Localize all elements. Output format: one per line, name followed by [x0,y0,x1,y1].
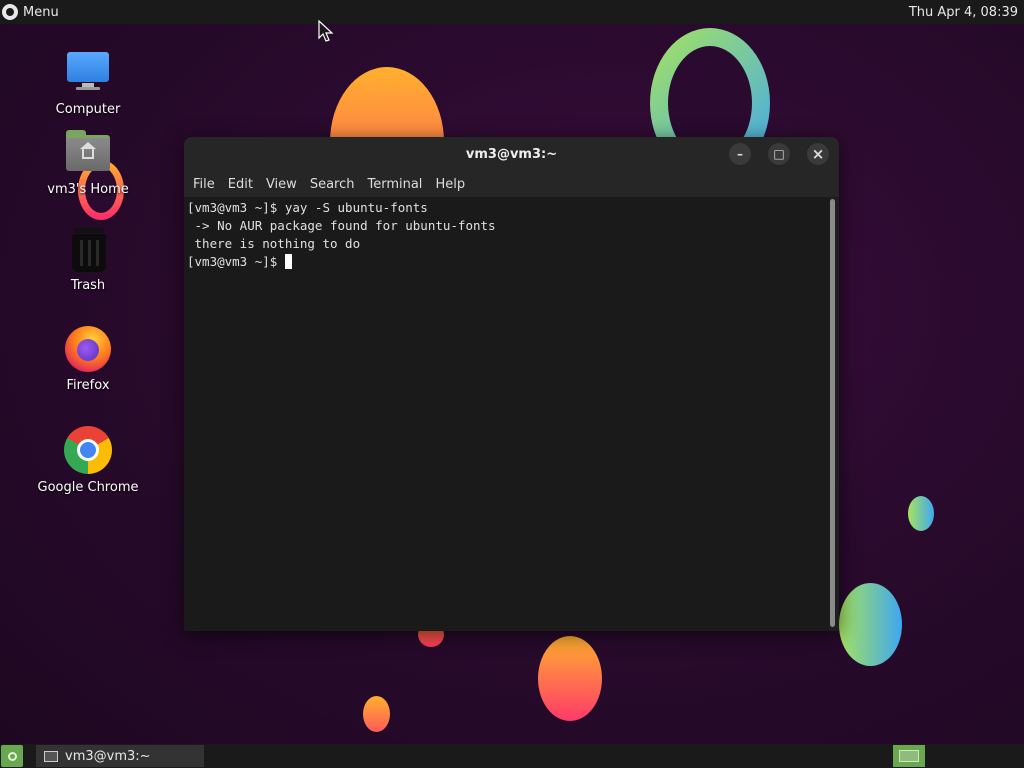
menu-icon [2,4,18,20]
show-desktop-icon [7,751,17,761]
maximize-icon: □ [773,147,785,161]
desktop-icon-label: Computer [55,102,121,117]
desktop-icon-trash[interactable]: Trash [33,226,143,293]
menu-file[interactable]: File [188,177,220,192]
window-title: vm3@vm3:~ [465,146,558,162]
desktop-icon-label: Google Chrome [37,480,139,495]
wallpaper-bubble [538,636,602,721]
firefox-icon [65,326,111,372]
desktop-icon-label: vm3's Home [47,182,129,197]
menu-search[interactable]: Search [305,177,360,192]
terminal-line: there is nothing to do [187,236,361,251]
show-desktop-button[interactable] [1,745,23,767]
bottom-taskbar: vm3@vm3:~ [0,744,1024,768]
wallpaper-bubble [839,583,902,666]
terminal-window[interactable]: vm3@vm3:~ – □ × File Edit View Search Te… [184,137,839,631]
menu-label: Menu [23,4,59,20]
chrome-icon [64,426,112,474]
minimize-button[interactable]: – [729,143,751,165]
desktop-icon-computer[interactable]: Computer [33,50,143,117]
text-cursor [284,254,292,269]
home-folder-icon [65,130,111,176]
minimize-icon: – [737,147,743,161]
clock[interactable]: Thu Apr 4, 08:39 [909,5,1024,20]
terminal-prompt: [vm3@vm3 ~]$ [187,254,285,269]
desktop-icon-label: Firefox [66,378,110,393]
menu-edit[interactable]: Edit [223,177,258,192]
workspace-icon [899,750,919,762]
menu-terminal[interactable]: Terminal [362,177,427,192]
close-icon: × [811,145,825,163]
desktop-icon-chrome[interactable]: Google Chrome [33,426,143,495]
maximize-button[interactable]: □ [768,143,790,165]
terminal-window-icon [44,750,58,762]
trash-icon [65,226,111,272]
terminal-line: [vm3@vm3 ~]$ yay -S ubuntu-fonts [187,200,428,215]
wallpaper-bubble [908,496,934,531]
close-button[interactable]: × [807,143,829,165]
computer-icon [65,50,111,96]
terminal-titlebar[interactable]: vm3@vm3:~ – □ × [184,137,839,171]
menu-help[interactable]: Help [430,177,470,192]
workspace-switcher[interactable] [893,745,925,767]
terminal-output[interactable]: [vm3@vm3 ~]$ yay -S ubuntu-fonts -> No A… [184,197,829,631]
desktop-icon-label: Trash [70,278,106,293]
desktop-icon-home[interactable]: vm3's Home [33,130,143,197]
terminal-menubar: File Edit View Search Terminal Help [184,171,839,197]
terminal-line: -> No AUR package found for ubuntu-fonts [187,218,496,233]
top-panel: Menu Thu Apr 4, 08:39 [0,0,1024,24]
taskbar-item-terminal[interactable]: vm3@vm3:~ [36,745,204,767]
mouse-pointer-icon [318,20,334,42]
terminal-scrollbar[interactable] [830,199,835,627]
taskbar-item-label: vm3@vm3:~ [65,748,151,764]
menu-view[interactable]: View [261,177,302,192]
wallpaper-bubble [363,696,390,732]
window-controls: – □ × [729,143,829,165]
desktop-icon-firefox[interactable]: Firefox [33,326,143,393]
menu-button[interactable]: Menu [0,0,59,24]
terminal-prompt-line: [vm3@vm3 ~]$ [187,253,826,271]
